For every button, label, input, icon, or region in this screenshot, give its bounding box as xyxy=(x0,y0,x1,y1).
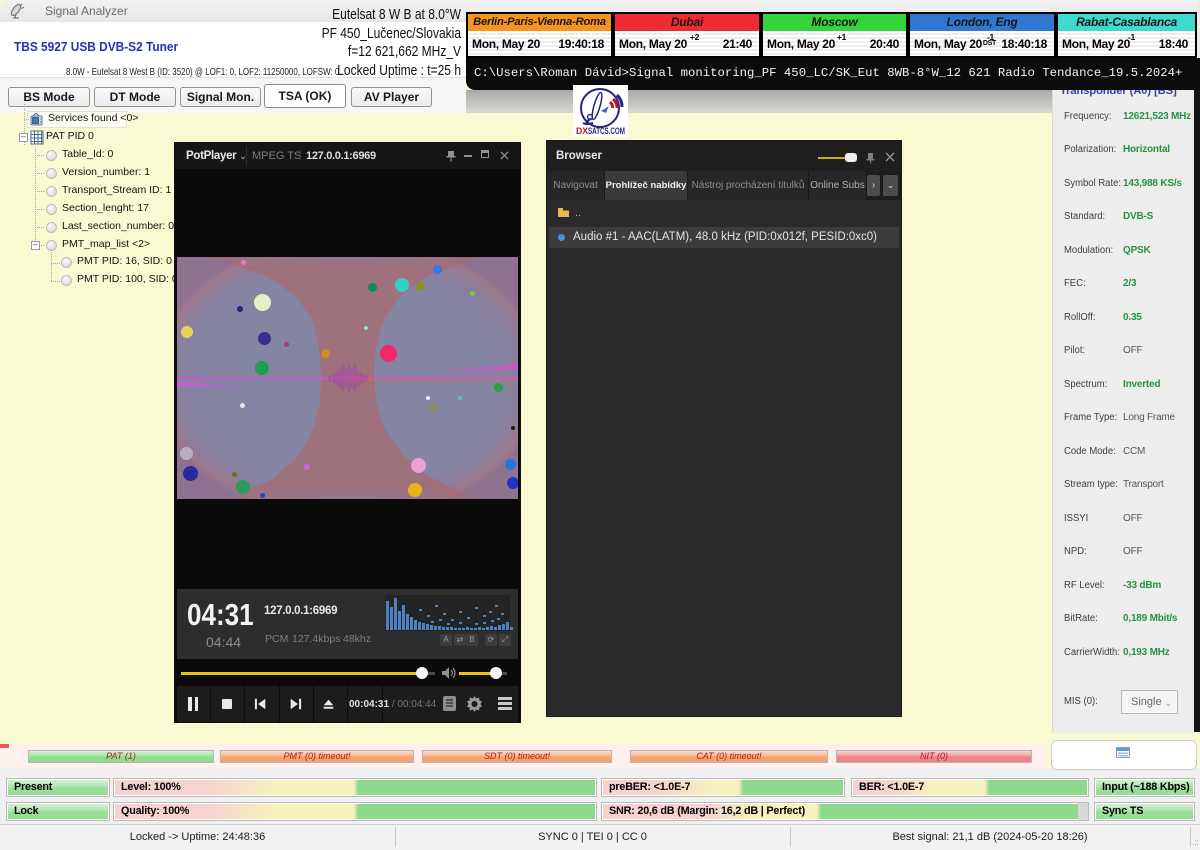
svg-text:DX: DX xyxy=(576,126,588,136)
svg-text:SATCS.COM: SATCS.COM xyxy=(588,126,625,136)
